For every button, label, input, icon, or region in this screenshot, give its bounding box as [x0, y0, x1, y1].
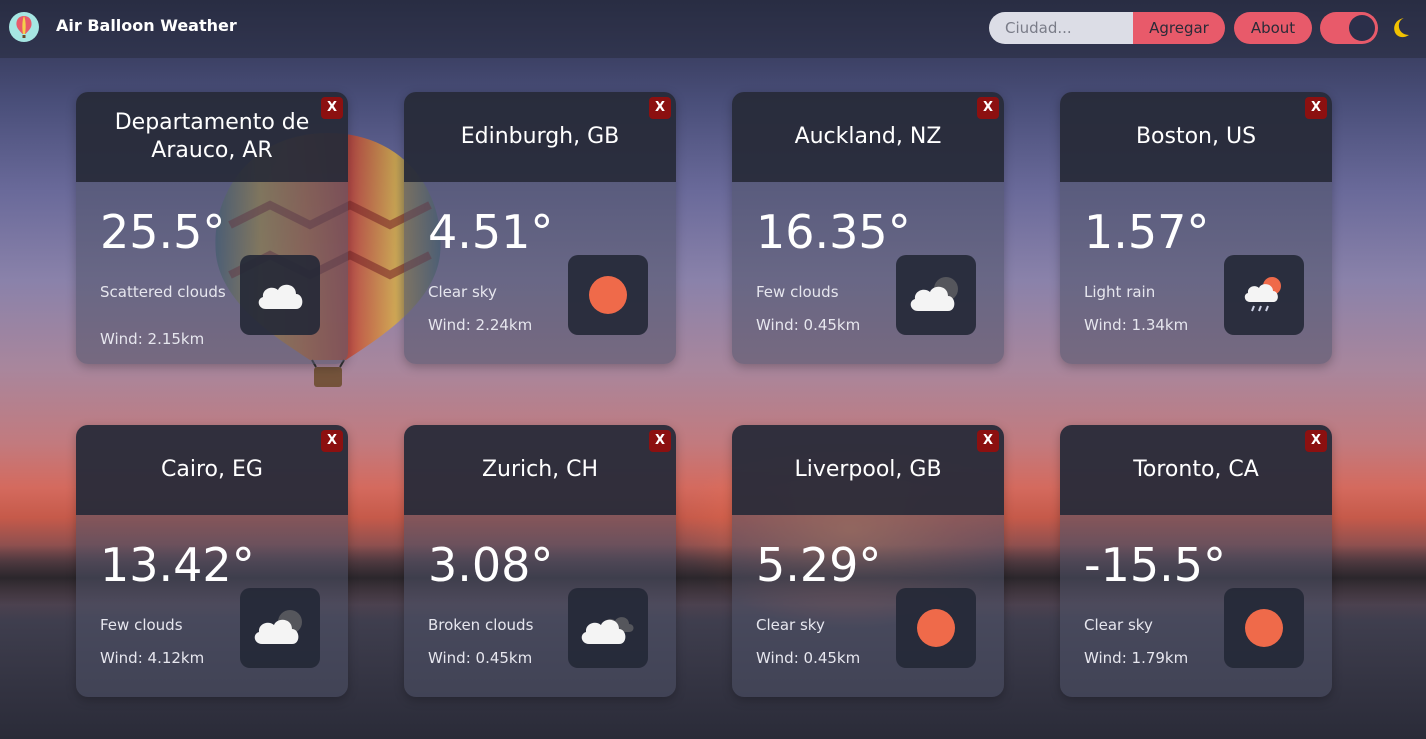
remove-card-button[interactable]: X	[977, 430, 999, 452]
remove-card-button[interactable]: X	[321, 97, 343, 119]
weather-card: Edinburgh, GB X 4.51° Clear sky Wind: 2.…	[404, 92, 676, 364]
wind-speed: Wind: 1.79km	[1084, 649, 1189, 667]
app-title: Air Balloon Weather	[56, 16, 237, 35]
light-rain-icon	[1244, 277, 1281, 312]
wind-speed: Wind: 0.45km	[756, 316, 861, 334]
theme-toggle[interactable]	[1320, 12, 1378, 44]
temperature: 4.51°	[428, 205, 554, 259]
moon-icon	[1387, 15, 1413, 41]
weather-description: Scattered clouds	[100, 283, 226, 301]
weather-icon-box	[1224, 255, 1304, 335]
weather-card: Departamento de Arauco, AR X 25.5° Scatt…	[76, 92, 348, 364]
temperature: -15.5°	[1084, 538, 1227, 592]
top-bar: Air Balloon Weather Agregar About	[0, 0, 1426, 58]
wind-speed: Wind: 4.12km	[100, 649, 205, 667]
remove-card-button[interactable]: X	[321, 430, 343, 452]
about-button[interactable]: About	[1234, 12, 1312, 44]
sun-icon	[589, 276, 627, 314]
city-name: Cairo, EG	[161, 457, 263, 482]
weather-icon-box	[240, 255, 320, 335]
search-bar: Agregar	[989, 12, 1225, 44]
city-name: Liverpool, GB	[794, 457, 942, 482]
weather-card: Auckland, NZ X 16.35° Few clouds Wind: 0…	[732, 92, 1004, 364]
weather-icon-box	[568, 255, 648, 335]
sun-icon	[1245, 609, 1283, 647]
weather-description: Clear sky	[1084, 616, 1153, 634]
temperature: 13.42°	[100, 538, 255, 592]
weather-description: Broken clouds	[428, 616, 534, 634]
city-name: Edinburgh, GB	[460, 124, 620, 149]
wind-speed: Wind: 1.34km	[1084, 316, 1189, 334]
wind-speed: Wind: 0.45km	[428, 649, 533, 667]
few-clouds-icon	[254, 610, 302, 644]
few-clouds-icon	[910, 277, 958, 311]
remove-card-button[interactable]: X	[1305, 97, 1327, 119]
cloud-icon	[258, 284, 303, 309]
weather-description: Light rain	[1084, 283, 1156, 301]
weather-card: Boston, US X 1.57° Light rain Wind: 1.34…	[1060, 92, 1332, 364]
city-name: Zurich, CH	[481, 457, 599, 482]
temperature: 5.29°	[756, 538, 882, 592]
city-name: Departamento de Arauco, AR	[114, 110, 310, 163]
weather-icon-box	[568, 588, 648, 668]
card-header: Liverpool, GB	[732, 425, 1004, 515]
city-name: Auckland, NZ	[794, 124, 942, 149]
temperature: 1.57°	[1084, 205, 1210, 259]
broken-clouds-icon	[581, 617, 634, 644]
card-header: Toronto, CA	[1060, 425, 1332, 515]
weather-card: Toronto, CA X -15.5° Clear sky Wind: 1.7…	[1060, 425, 1332, 697]
card-header: Edinburgh, GB	[404, 92, 676, 182]
city-name: Toronto, CA	[1133, 457, 1259, 482]
weather-card: Zurich, CH X 3.08° Broken clouds Wind: 0…	[404, 425, 676, 697]
weather-card: Liverpool, GB X 5.29° Clear sky Wind: 0.…	[732, 425, 1004, 697]
card-header: Boston, US	[1060, 92, 1332, 182]
weather-description: Clear sky	[756, 616, 825, 634]
wind-speed: Wind: 0.45km	[756, 649, 861, 667]
weather-description: Few clouds	[100, 616, 183, 634]
sun-icon	[917, 609, 955, 647]
city-search-input[interactable]	[989, 12, 1133, 44]
card-header: Cairo, EG	[76, 425, 348, 515]
remove-card-button[interactable]: X	[649, 430, 671, 452]
card-header: Auckland, NZ	[732, 92, 1004, 182]
city-name: Boston, US	[1135, 124, 1257, 149]
card-header: Departamento de Arauco, AR	[76, 92, 348, 182]
weather-card: Cairo, EG X 13.42° Few clouds Wind: 4.12…	[76, 425, 348, 697]
weather-description: Clear sky	[428, 283, 497, 301]
weather-icon-box	[1224, 588, 1304, 668]
wind-speed: Wind: 2.15km	[100, 330, 205, 348]
add-city-button[interactable]: Agregar	[1133, 12, 1225, 44]
temperature: 16.35°	[756, 205, 911, 259]
weather-icon-box	[240, 588, 320, 668]
toggle-knob	[1349, 15, 1375, 41]
temperature: 25.5°	[100, 205, 226, 259]
remove-card-button[interactable]: X	[1305, 430, 1327, 452]
temperature: 3.08°	[428, 538, 554, 592]
weather-icon-box	[896, 588, 976, 668]
weather-description: Few clouds	[756, 283, 839, 301]
balloon-logo-icon	[9, 12, 39, 42]
card-header: Zurich, CH	[404, 425, 676, 515]
remove-card-button[interactable]: X	[977, 97, 999, 119]
remove-card-button[interactable]: X	[649, 97, 671, 119]
wind-speed: Wind: 2.24km	[428, 316, 533, 334]
weather-icon-box	[896, 255, 976, 335]
